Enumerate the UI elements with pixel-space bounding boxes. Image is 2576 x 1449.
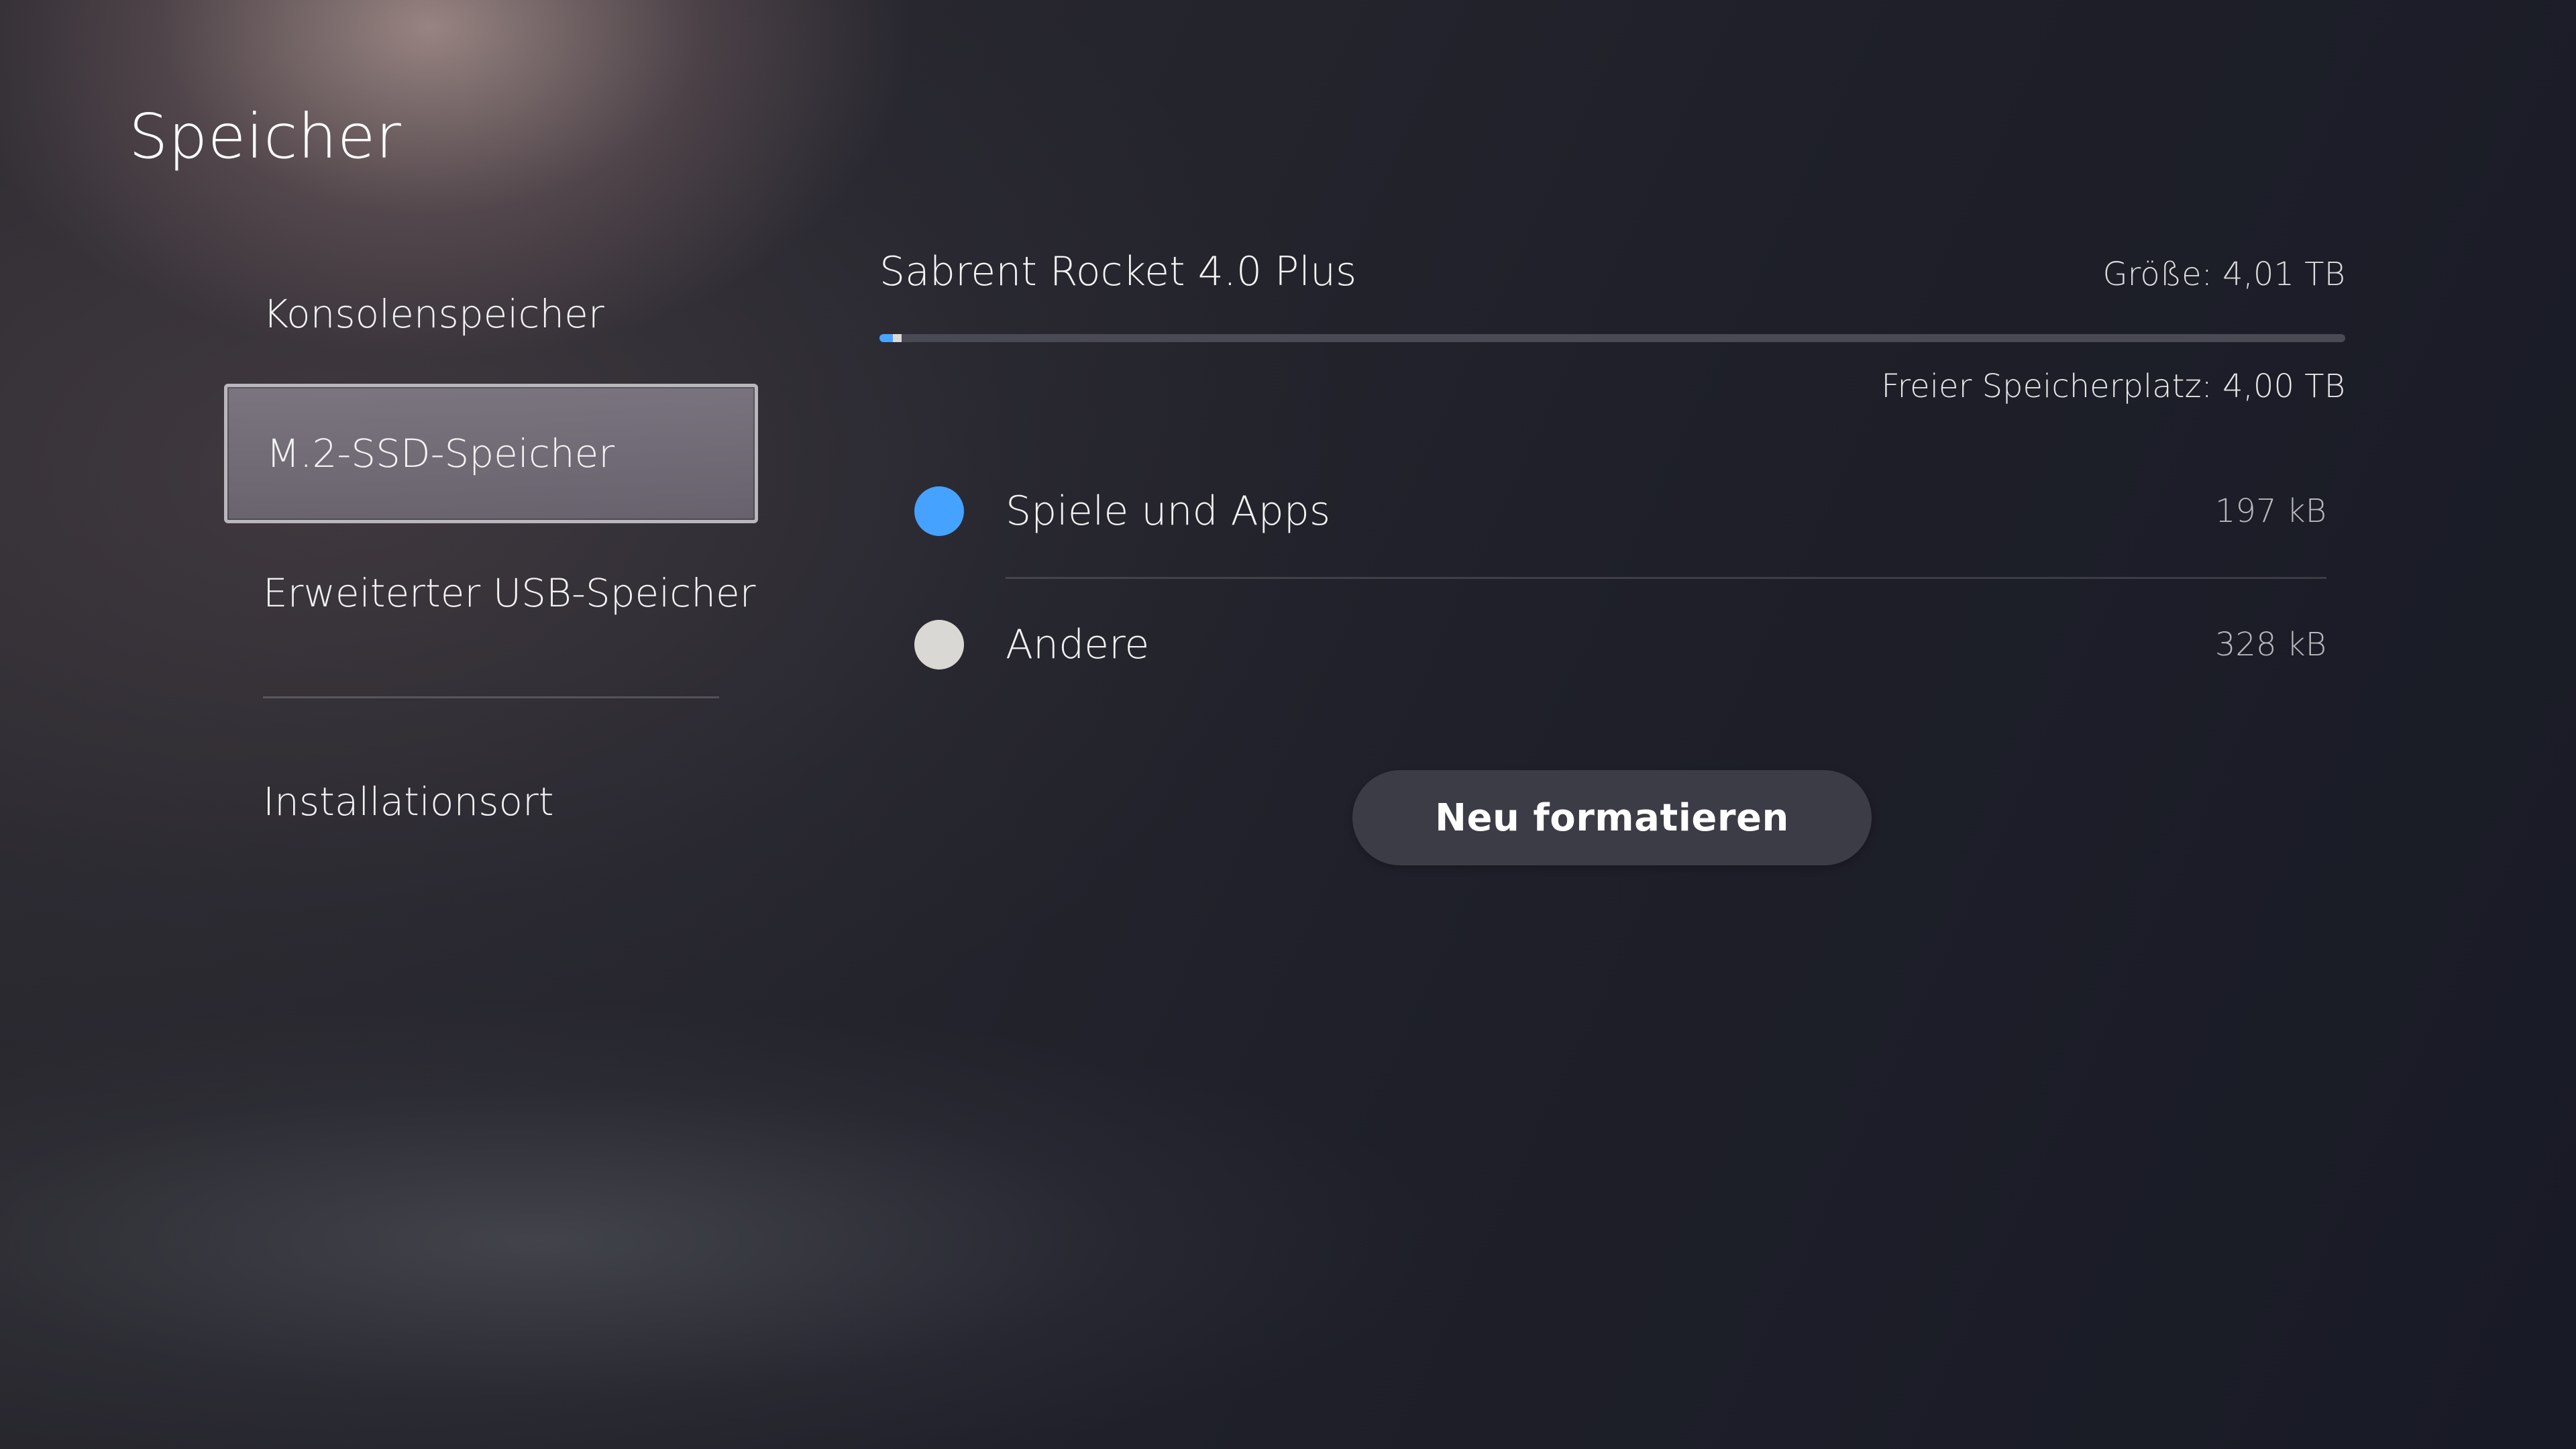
usage-segment-1 — [892, 334, 902, 342]
category-color-dot — [914, 620, 964, 669]
storage-usage-bar — [879, 334, 2345, 342]
drive-header: Sabrent Rocket 4.0 Plus Größe: 4,01 TB — [879, 248, 2345, 295]
page-title: Speicher — [129, 101, 402, 172]
storage-category-list: Spiele und Apps 197 kB Andere 328 kB — [879, 445, 2326, 710]
sidebar-divider — [263, 696, 719, 698]
category-row-other[interactable]: Andere 328 kB — [914, 579, 2326, 710]
sidebar-item-console-storage[interactable]: Konsolenspeicher — [224, 244, 758, 384]
storage-sidebar: Konsolenspeicher M.2-SSD-Speicher Erweit… — [224, 244, 758, 871]
usage-segment-0 — [879, 334, 893, 342]
sidebar-item-install-location[interactable]: Installationsort — [224, 732, 758, 871]
sidebar-item-label: M.2-SSD-Speicher — [266, 431, 615, 476]
category-label: Andere — [1006, 621, 1150, 668]
sidebar-item-m2-ssd-storage[interactable]: M.2-SSD-Speicher — [224, 384, 758, 523]
drive-size: Größe: 4,01 TB — [2102, 256, 2345, 293]
drive-name: Sabrent Rocket 4.0 Plus — [879, 248, 1357, 295]
sidebar-item-usb-extended-storage[interactable]: Erweiterter USB-Speicher — [224, 523, 758, 663]
sidebar-item-label: Installationsort — [263, 779, 554, 824]
category-size: 197 kB — [2214, 492, 2326, 530]
category-color-dot — [914, 486, 964, 536]
category-row-games-apps[interactable]: Spiele und Apps 197 kB — [914, 445, 2326, 577]
sidebar-item-label: Erweiterter USB-Speicher — [263, 570, 756, 616]
category-label: Spiele und Apps — [1006, 488, 1331, 535]
drive-details: Sabrent Rocket 4.0 Plus Größe: 4,01 TB F… — [879, 248, 2345, 865]
category-size: 328 kB — [2214, 626, 2326, 663]
free-space-label: Freier Speicherplatz: 4,00 TB — [1881, 368, 2345, 405]
reformat-button[interactable]: Neu formatieren — [1352, 770, 1872, 865]
sidebar-item-label: Konsolenspeicher — [263, 291, 604, 337]
